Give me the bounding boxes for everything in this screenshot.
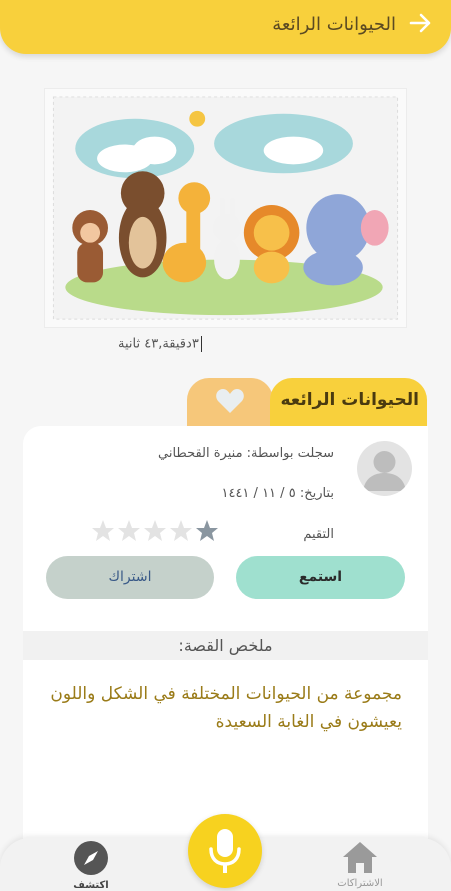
user-avatar-icon	[363, 451, 406, 491]
avatar	[357, 441, 412, 496]
star-filled-icon[interactable]	[195, 519, 219, 543]
star-icon[interactable]	[169, 519, 193, 543]
summary-header: ملخص القصة:	[23, 631, 428, 660]
favorite-tab[interactable]	[187, 378, 273, 428]
nav-explore-label: اكتشف	[73, 880, 109, 891]
microphone-icon	[209, 829, 241, 873]
recorded-by: سجلت بواسطة: منيرة القحطاني	[157, 446, 334, 461]
nav-subscriptions-label: الاشتراكات	[337, 878, 383, 889]
summary-heading: ملخص القصة:	[178, 636, 273, 655]
summary-text: مجموعة من الحيوانات المختلفة في الشكل وا…	[50, 684, 402, 732]
home-icon	[343, 842, 377, 873]
back-arrow-icon[interactable]	[407, 10, 433, 36]
animals-illustration	[52, 96, 399, 320]
story-title-tab[interactable]: الحيوانات الرائعه	[270, 378, 427, 428]
nav-explore[interactable]: اكتشف	[68, 840, 114, 891]
nav-subscriptions[interactable]: الاشتراكات	[330, 840, 390, 890]
star-icon[interactable]	[143, 519, 167, 543]
story-cover-image	[44, 88, 407, 328]
rating-label: التقيم	[303, 527, 334, 542]
top-app-bar: الحيوانات الرائعة	[0, 0, 451, 54]
page-title: الحيوانات الرائعة	[272, 14, 396, 35]
record-button[interactable]	[188, 814, 262, 888]
listen-button[interactable]: استمع	[236, 556, 405, 599]
subscribe-button[interactable]: اشتراك	[46, 556, 214, 599]
text-cursor	[200, 336, 202, 352]
star-rating[interactable]	[91, 519, 219, 545]
story-duration: ٣دقيقة,٤٣ ثانية	[118, 336, 202, 352]
duration-text: ٣دقيقة,٤٣ ثانية	[118, 336, 199, 352]
story-title: الحيوانات الرائعه	[280, 390, 419, 410]
compass-icon	[74, 841, 108, 875]
heart-icon[interactable]	[215, 388, 245, 414]
recording-date: بتاريخ: ٥ / ١١ / ١٤٤١	[221, 486, 334, 501]
star-icon[interactable]	[91, 519, 115, 543]
star-icon[interactable]	[117, 519, 141, 543]
